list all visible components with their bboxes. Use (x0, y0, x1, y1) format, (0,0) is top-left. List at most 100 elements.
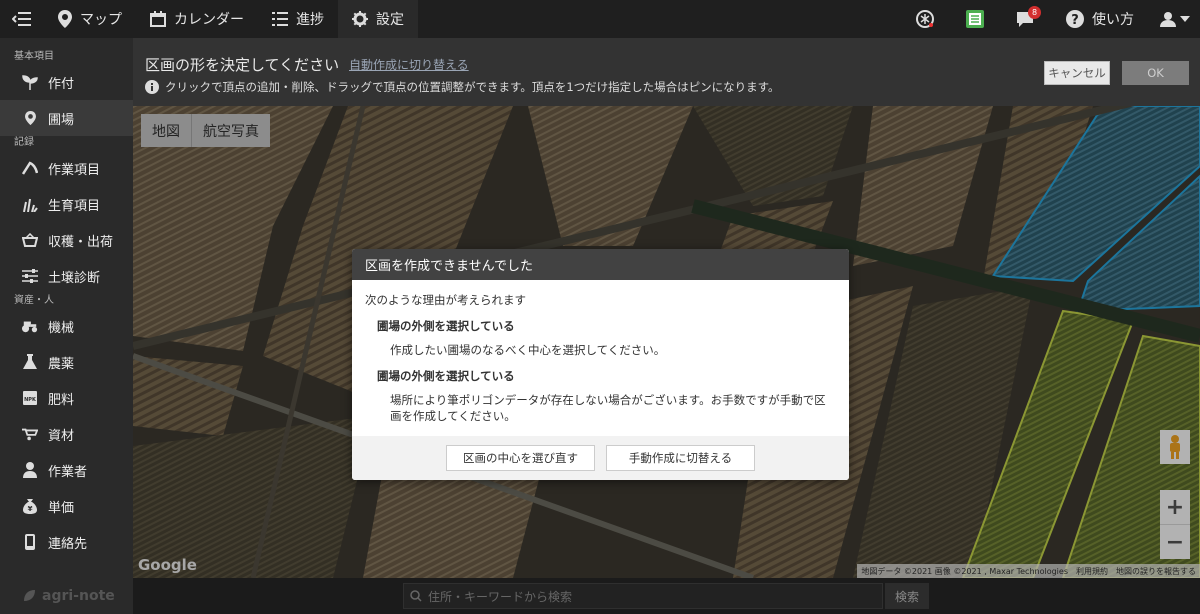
reselect-center-button[interactable]: 区画の中心を選び直す (446, 445, 595, 471)
search-button[interactable]: 検索 (885, 583, 929, 609)
leaf-logo-icon (24, 590, 35, 601)
sidebar-item-workers[interactable]: 作業者 (0, 452, 133, 488)
menu-toggle-button[interactable] (0, 0, 44, 38)
sidebar: 基本項目 作付 圃場 記録 作業項目 生育項目 収穫・出荷 土壌診断 資産・人 … (0, 38, 133, 614)
dialog-body: 次のような理由が考えられます 圃場の外側を選択している 作成したい圃場のなるべく… (352, 280, 849, 424)
brand-name: agri-note (42, 588, 115, 604)
mobile-phone-icon (25, 534, 35, 550)
reason-title: 圃場の外側を選択している (377, 369, 515, 383)
collapse-menu-icon (12, 12, 31, 26)
sickle-icon (22, 161, 38, 175)
reason-description: 場所により筆ポリゴンデータが存在しない場合がございます。お手数ですが手動で区画を… (390, 393, 826, 423)
bottom-search-bar: 住所・キーワードから検索 検索 (133, 578, 1200, 614)
sidebar-item-crops[interactable]: 作付 (0, 64, 133, 100)
sidebar-item-work[interactable]: 作業項目 (0, 150, 133, 186)
green-book-icon (966, 10, 984, 28)
search-icon (410, 590, 422, 602)
list-icon (272, 12, 288, 26)
nav-map[interactable]: マップ (44, 0, 136, 38)
ok-button[interactable]: OK (1122, 61, 1189, 85)
sidebar-item-label: 農薬 (48, 356, 75, 372)
sprout-icon (22, 75, 38, 90)
growth-icon (23, 198, 38, 212)
npk-bag-icon: NPK (23, 391, 37, 405)
cancel-button[interactable]: キャンセル (1044, 61, 1110, 85)
sidebar-item-harvest[interactable]: 収穫・出荷 (0, 222, 133, 258)
sidebar-item-fields[interactable]: 圃場 (0, 100, 133, 136)
sidebar-item-label: 作業項目 (48, 162, 101, 178)
sidebar-item-label: 単価 (48, 500, 75, 516)
sidebar-item-label: 収穫・出荷 (48, 234, 114, 250)
flask-icon (23, 354, 37, 369)
nav-map-label: マップ (80, 12, 122, 28)
sidebar-item-soil[interactable]: 土壌診断 (0, 258, 133, 294)
sidebar-item-label: 肥料 (48, 392, 75, 408)
dialog-intro: 次のような理由が考えられます (365, 293, 526, 307)
snowflake-icon (916, 10, 934, 28)
page-header: 区画の形を決定してください 自動作成に切り替える クリックで頂点の追加・削除、ド… (133, 38, 1200, 106)
person-icon (23, 462, 37, 478)
reason-description: 作成したい圃場のなるべく中心を選択してください。 (390, 343, 666, 357)
sidebar-item-materials[interactable]: 資材 (0, 416, 133, 452)
brand-logo: agri-note (0, 578, 133, 614)
hint-text-row: クリックで頂点の追加・削除、ドラッグで頂点の位置調整ができます。頂点を1つだけ指… (145, 79, 780, 95)
map-pin-icon (58, 10, 72, 28)
wheelbarrow-icon (22, 428, 38, 441)
help-link[interactable]: ? 使い方 (1050, 9, 1150, 29)
user-icon (1160, 12, 1176, 27)
caret-down-icon (1180, 16, 1190, 22)
sidebar-item-label: 機械 (48, 320, 75, 336)
gear-icon (352, 11, 368, 27)
sliders-icon (22, 269, 38, 283)
svg-text:?: ? (1071, 13, 1079, 28)
nav-progress[interactable]: 進捗 (258, 0, 338, 38)
sidebar-item-pesticides[interactable]: 農薬 (0, 344, 133, 380)
top-navigation-bar: マップ カレンダー 進捗 設定 8 ? 使い方 (0, 0, 1200, 38)
nav-calendar-label: カレンダー (174, 12, 244, 28)
notification-badge: 8 (1028, 6, 1041, 19)
sidebar-item-label: 土壌診断 (48, 270, 101, 286)
search-placeholder: 住所・キーワードから検索 (428, 589, 573, 604)
page-title: 区画の形を決定してください (145, 56, 340, 74)
dialog-title: 区画を作成できませんでした (352, 249, 849, 280)
sidebar-item-label: 連絡先 (48, 536, 88, 552)
question-circle-icon: ? (1066, 10, 1084, 28)
reason-title: 圃場の外側を選択している (377, 319, 515, 333)
sidebar-item-label: 作付 (48, 76, 75, 92)
switch-auto-link[interactable]: 自動作成に切り替える (349, 56, 469, 73)
sidebar-item-label: 資材 (48, 428, 75, 444)
address-search-input[interactable]: 住所・キーワードから検索 (403, 583, 883, 609)
nav-progress-label: 進捗 (296, 12, 324, 28)
user-menu-button[interactable] (1150, 0, 1200, 38)
info-icon (145, 80, 159, 94)
sidebar-section-assets: 資産・人 (14, 295, 54, 306)
tractor-icon (22, 321, 38, 333)
basket-icon (22, 233, 38, 247)
sidebar-section-record: 記録 (14, 137, 34, 148)
nav-settings-label: 設定 (376, 12, 404, 28)
sidebar-section-basic: 基本項目 (14, 51, 54, 62)
sidebar-item-label: 生育項目 (48, 198, 101, 214)
sidebar-item-label: 作業者 (48, 464, 88, 480)
notifications-button[interactable]: 8 (1000, 0, 1050, 38)
calendar-icon (150, 11, 166, 27)
svg-text:NPK: NPK (24, 397, 37, 403)
svg-text:¥: ¥ (28, 505, 33, 513)
sidebar-item-fertilizer[interactable]: NPK 肥料 (0, 380, 133, 416)
sidebar-item-contacts[interactable]: 連絡先 (0, 524, 133, 560)
error-dialog: 区画を作成できませんでした 次のような理由が考えられます 圃場の外側を選択してい… (352, 249, 849, 480)
sidebar-item-label: 圃場 (48, 112, 75, 128)
sidebar-item-growth[interactable]: 生育項目 (0, 186, 133, 222)
help-label: 使い方 (1092, 12, 1134, 28)
nav-settings[interactable]: 設定 (338, 0, 418, 38)
weather-button[interactable] (900, 0, 950, 38)
map-pin-icon (24, 111, 36, 125)
hint-text: クリックで頂点の追加・削除、ドラッグで頂点の位置調整ができます。頂点を1つだけ指… (165, 80, 780, 94)
sidebar-item-machines[interactable]: 機械 (0, 308, 133, 344)
money-bag-icon: ¥ (23, 499, 37, 514)
nav-calendar[interactable]: カレンダー (136, 0, 258, 38)
report-button[interactable] (950, 0, 1000, 38)
switch-manual-button[interactable]: 手動作成に切替える (606, 445, 755, 471)
sidebar-item-unit-price[interactable]: ¥ 単価 (0, 488, 133, 524)
dialog-footer: 区画の中心を選び直す 手動作成に切替える (352, 436, 849, 480)
